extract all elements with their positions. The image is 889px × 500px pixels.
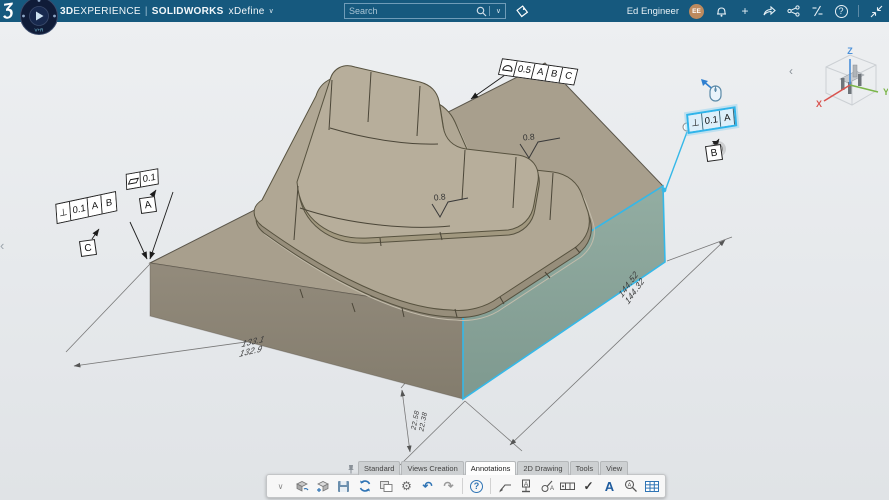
datum-label-a[interactable]: A [138, 195, 158, 215]
tab-annotations[interactable]: Annotations [464, 461, 517, 475]
tolerance-value: 0.1 [702, 110, 722, 130]
chevron-down-icon[interactable]: ∨ [269, 7, 274, 15]
brand-module: xDefine [228, 5, 265, 17]
collapse-window-icon[interactable] [869, 4, 883, 18]
triad-z-label: Z [847, 46, 853, 56]
compass-label: V+R [35, 28, 45, 33]
datum-label-b[interactable]: B [704, 143, 724, 163]
save-icon[interactable] [334, 477, 353, 496]
rotate-mouse-cursor-icon [701, 79, 722, 102]
triad-x-label: X [816, 99, 822, 109]
sync-refresh-icon[interactable] [355, 477, 374, 496]
toolbar-collapse-chevron-icon[interactable]: ∨ [271, 477, 290, 496]
add-content-icon[interactable]: + [738, 4, 752, 18]
user-name[interactable]: Ed Engineer [627, 6, 679, 17]
perpendicularity-symbol: ⊥ [688, 113, 704, 132]
datum-label-c[interactable]: C [78, 238, 98, 258]
open-model-icon[interactable] [292, 477, 311, 496]
datum-ref: A [87, 195, 103, 217]
assistance-help-icon[interactable]: ? [467, 477, 486, 496]
undo-icon[interactable]: ↶ [418, 477, 437, 496]
dassault-logo-icon[interactable]: Ʒ [2, 0, 15, 21]
tag-button[interactable] [513, 3, 531, 19]
topbar-divider [858, 5, 859, 17]
shortcuts-icon[interactable] [810, 4, 824, 18]
triad-collapse-chevron-icon[interactable]: ‹ [789, 64, 793, 78]
datum-ref: B [101, 192, 117, 214]
model-block[interactable] [148, 62, 667, 401]
brand-solidworks: SOLIDWORKS [151, 5, 224, 17]
tab-standard[interactable]: Standard [358, 461, 401, 475]
redo-icon[interactable]: ↷ [439, 477, 458, 496]
toolbar-separator [462, 478, 463, 494]
switch-window-icon[interactable] [376, 477, 395, 496]
perpendicularity-symbol: ⊥ [56, 201, 72, 223]
note-text-icon[interactable]: A [600, 477, 619, 496]
model-scene[interactable]: 0.8 0.8 [0, 22, 889, 500]
find-annotation-icon[interactable]: A [621, 477, 640, 496]
brand-3d: 3D [60, 5, 74, 17]
tab-tools[interactable]: Tools [569, 461, 600, 475]
insert-model-icon[interactable] [313, 477, 332, 496]
verification-check-icon[interactable]: ✓ [579, 477, 598, 496]
brand-experience: EXPERIENCE [73, 5, 141, 17]
svg-text:A: A [523, 481, 528, 488]
topbar-right-cluster: Ed Engineer EE + ? [627, 0, 883, 22]
smart-dimension-icon[interactable] [495, 477, 514, 496]
triad-y-label: Y [883, 87, 888, 97]
search-input[interactable] [345, 6, 476, 16]
toolbar-separator [490, 478, 491, 494]
app-branding[interactable]: 3D EXPERIENCE | SOLIDWORKS xDefine ∨ [60, 0, 274, 22]
3dexperience-compass[interactable]: V+R [19, 0, 59, 36]
table-icon[interactable] [642, 477, 661, 496]
datum-ref: A [720, 108, 736, 127]
tab-2d-drawing[interactable]: 2D Drawing [517, 461, 569, 475]
top-app-bar: Ʒ 3DEXPERIENCE | SOLIDWORKS xDefine ∨ ∨ … [0, 0, 889, 22]
share-icon[interactable] [762, 4, 776, 18]
settings-gear-icon[interactable]: ⚙ [397, 477, 416, 496]
tab-view[interactable]: View [600, 461, 629, 475]
search-divider [488, 6, 490, 16]
tolerance-value: 0.1 [140, 169, 158, 187]
action-toolbar: ∨ ⚙ ↶ ↷ ? A A ✓ A A [266, 474, 666, 498]
datum-ref: C [559, 67, 578, 85]
surface-finish-value-1: 0.8 [522, 131, 535, 142]
tab-views-creation[interactable]: Views Creation [401, 461, 464, 475]
ribbon-tabs: Standard Views Creation Annotations 2D D… [347, 461, 629, 475]
brand-separator: | [144, 5, 148, 17]
tolerance-value: 0.1 [70, 198, 90, 220]
surface-finish-icon[interactable]: A [537, 477, 556, 496]
notifications-bell-icon[interactable] [714, 4, 728, 18]
triad-y-axis[interactable] [849, 84, 879, 93]
user-avatar[interactable]: EE [689, 3, 704, 19]
left-panel-toggle-icon[interactable]: ‹ [0, 238, 4, 253]
svg-text:A: A [550, 486, 554, 492]
pin-icon[interactable] [347, 464, 355, 474]
search-options-chevron-icon[interactable]: ∨ [492, 7, 505, 15]
tag-icon [515, 4, 528, 17]
3d-viewport[interactable]: 0.8 0.8 0.5 A B C 0.1 A ⊥ 0.1 A B C ⊥ 0.… [0, 22, 889, 500]
datum-feature-icon[interactable]: A [516, 477, 535, 496]
help-icon[interactable]: ? [834, 4, 848, 18]
surface-finish-value-2: 0.8 [433, 191, 446, 202]
social-network-icon[interactable] [786, 4, 800, 18]
flatness-symbol-icon [126, 172, 142, 189]
view-triad[interactable]: Z Y X [812, 45, 889, 115]
svg-text:A: A [627, 483, 631, 489]
search-icon[interactable] [476, 6, 487, 17]
search-box[interactable]: ∨ [344, 3, 506, 19]
geometric-tolerance-icon[interactable] [558, 477, 577, 496]
